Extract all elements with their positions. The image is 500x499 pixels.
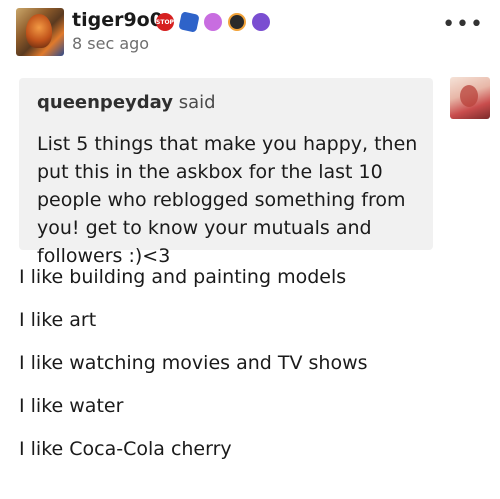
quoted-user-avatar[interactable] [450, 77, 490, 119]
said-label: said [178, 92, 216, 113]
red-stop-badge-icon[interactable]: STOP [156, 13, 174, 31]
pink-heart-badge-icon[interactable] [204, 13, 222, 31]
quote-text: List 5 things that make you happy, then … [37, 133, 418, 267]
blue-fish-badge-icon[interactable] [178, 11, 200, 33]
answer-item: I like building and painting models [19, 266, 347, 288]
author-username[interactable]: tiger9o0 [72, 9, 163, 31]
post-timestamp: 8 sec ago [72, 34, 150, 53]
badge-row: STOP [156, 11, 270, 33]
more-options-icon[interactable]: ••• [442, 14, 484, 36]
answer-item: I like water [19, 395, 124, 417]
quoted-post: queenpeyday said List 5 things that make… [19, 78, 433, 267]
quoted-username[interactable]: queenpeyday [37, 92, 173, 113]
quote-attribution: queenpeyday said [37, 92, 216, 113]
purple-cat-badge-icon[interactable] [252, 13, 270, 31]
orange-paw-badge-icon[interactable] [228, 13, 246, 31]
avatar-image [26, 14, 52, 48]
answer-list: I like building and painting models I li… [19, 264, 479, 479]
post-header: tiger9o0 STOP 8 sec ago ••• [16, 8, 484, 58]
answer-item: I like art [19, 309, 97, 331]
author-avatar[interactable] [16, 8, 64, 56]
answer-item: I like Coca-Cola cherry [19, 438, 232, 460]
answer-item: I like watching movies and TV shows [19, 352, 368, 374]
